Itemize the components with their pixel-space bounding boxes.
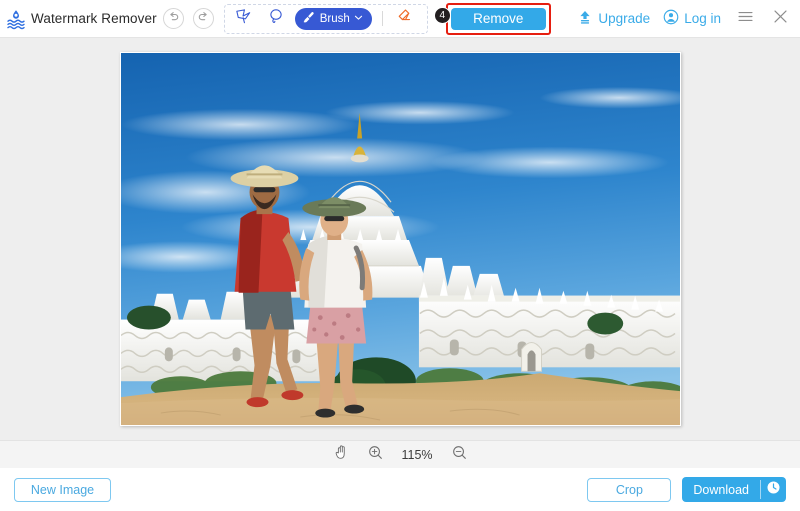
brand: Watermark Remover <box>0 8 157 30</box>
remove-button[interactable]: Remove <box>450 7 546 30</box>
download-button-group: Download <box>682 477 786 502</box>
menu-button[interactable] <box>734 8 756 30</box>
hamburger-menu-icon <box>737 8 754 30</box>
tool-divider <box>381 11 383 26</box>
redo-arrow-icon <box>197 10 210 28</box>
step-badge: 4 <box>433 6 451 24</box>
selection-tool-group: Brush <box>223 3 428 34</box>
paintbrush-icon <box>302 10 316 27</box>
close-button[interactable] <box>769 8 791 30</box>
app-title: Watermark Remover <box>31 11 157 26</box>
history-controls <box>162 8 214 29</box>
hand-tool-button[interactable] <box>332 444 350 465</box>
image-frame <box>119 52 681 426</box>
download-history-button[interactable] <box>761 477 786 502</box>
zoom-in-magnifier-icon <box>368 445 383 465</box>
editor-canvas[interactable] <box>0 37 800 440</box>
close-x-icon <box>772 8 789 30</box>
water-droplet-waves-icon <box>6 8 26 30</box>
brush-tool-button[interactable]: Brush <box>294 7 372 30</box>
login-button[interactable]: Log in <box>663 9 721 28</box>
clock-history-icon <box>766 480 781 500</box>
undo-arrow-icon <box>167 10 180 28</box>
watermark-remover-window: Watermark Remover Brush 4 Remove Upgrade… <box>0 0 800 511</box>
footer-right-actions: Crop Download <box>587 477 786 502</box>
download-button[interactable]: Download <box>682 477 760 502</box>
brush-tool-label: Brush <box>319 12 350 25</box>
polygonal-lasso-tool-button[interactable] <box>231 7 257 31</box>
crop-button[interactable]: Crop <box>587 477 672 502</box>
remove-action-area: 4 Remove <box>433 2 551 35</box>
zoom-in-button[interactable] <box>366 445 384 465</box>
zoom-out-magnifier-icon <box>452 445 467 465</box>
zoom-out-button[interactable] <box>450 445 468 465</box>
undo-button[interactable] <box>162 8 184 29</box>
remove-highlight-frame: Remove <box>445 2 551 35</box>
app-header: Watermark Remover Brush 4 Remove Upgrade… <box>0 0 800 37</box>
redo-button[interactable] <box>192 8 214 29</box>
user-avatar-icon <box>663 9 679 28</box>
lasso-tool-button[interactable] <box>263 7 289 31</box>
upgrade-label: Upgrade <box>598 11 651 26</box>
app-footer: New Image Crop Download <box>0 468 800 511</box>
lasso-icon <box>267 7 285 31</box>
polygonal-lasso-icon <box>234 7 253 31</box>
eraser-tool-button[interactable] <box>393 7 419 31</box>
chevron-down-icon <box>354 13 363 25</box>
zoom-toolbar: 115% <box>0 440 800 468</box>
eraser-icon <box>396 7 415 31</box>
login-label: Log in <box>684 11 721 26</box>
editing-image[interactable] <box>120 53 680 425</box>
upgrade-arrow-icon <box>577 9 593 28</box>
zoom-level-value: 115% <box>401 447 433 462</box>
new-image-button[interactable]: New Image <box>14 477 111 502</box>
hand-pan-icon <box>334 444 349 465</box>
upgrade-button[interactable]: Upgrade <box>577 9 650 28</box>
header-right-controls: Upgrade Log in <box>577 8 800 30</box>
